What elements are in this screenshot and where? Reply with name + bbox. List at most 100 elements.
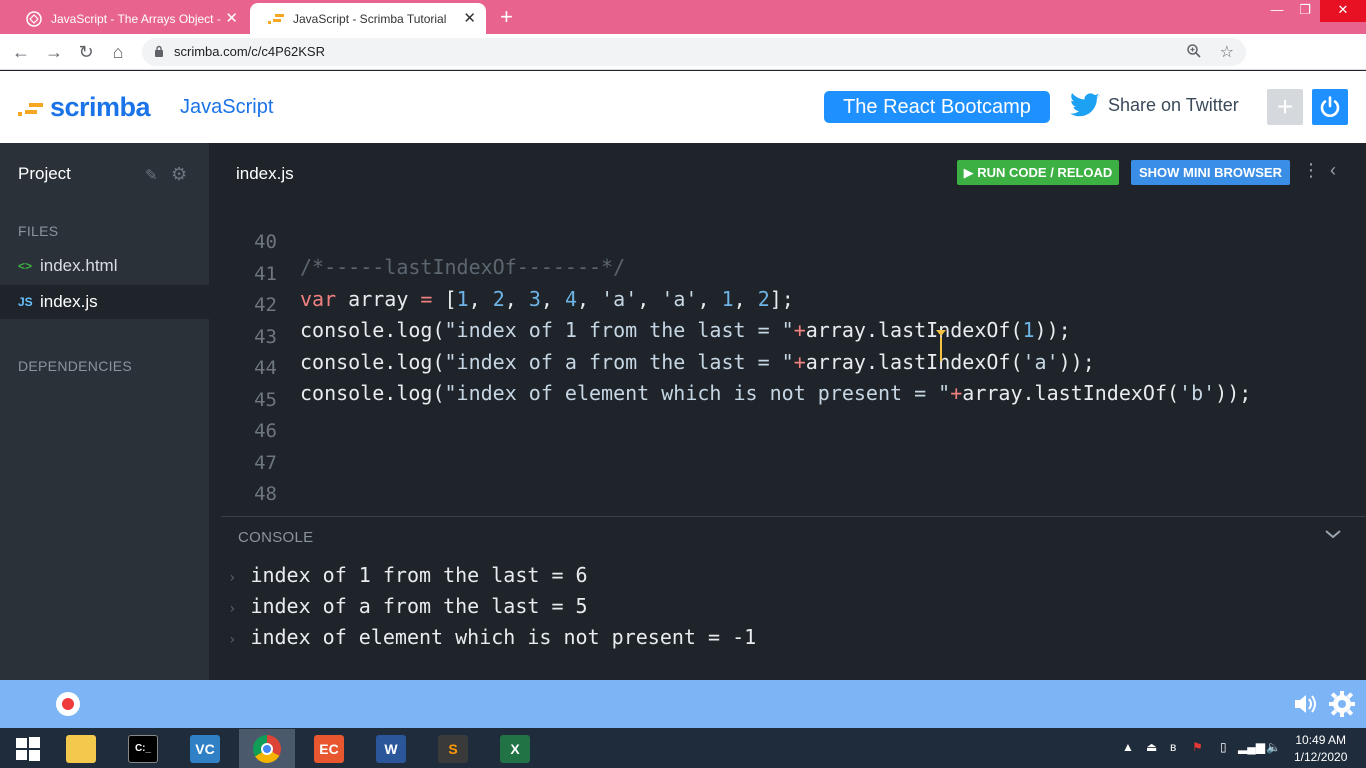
- bluetooth-icon[interactable]: ʙ: [1170, 740, 1176, 754]
- taskbar-excel[interactable]: X: [487, 729, 543, 768]
- zoom-icon[interactable]: [1186, 43, 1202, 64]
- url-text: scrimba.com/c/c4P62KSR: [174, 44, 325, 59]
- taskbar-chrome[interactable]: [239, 729, 295, 768]
- taskbar-clock[interactable]: 10:49 AM 1/12/2020: [1294, 732, 1347, 766]
- excel-icon: X: [500, 734, 530, 763]
- taskbar-terminal[interactable]: C:_: [115, 729, 171, 768]
- share-twitter-label: Share on Twitter: [1108, 95, 1239, 115]
- site-favicon-icon: [26, 10, 42, 27]
- cursor-marker-icon: [936, 330, 946, 336]
- scrimba-favicon-icon: [268, 11, 284, 27]
- console-line: › index of element which is not present =…: [228, 625, 757, 649]
- run-code-button[interactable]: ▶ RUN CODE / RELOAD: [957, 160, 1119, 185]
- tray-flag-icon[interactable]: ⚑: [1192, 740, 1203, 754]
- html-file-icon: <>: [18, 259, 33, 273]
- back-icon[interactable]: ←: [10, 41, 32, 63]
- power-icon: [1320, 96, 1340, 117]
- sublime-icon: S: [438, 734, 468, 763]
- browser-tab-scrimba[interactable]: JavaScript - Scrimba Tutorial ✕: [250, 3, 486, 34]
- editor-menu-icon[interactable]: ⋮: [1302, 160, 1320, 181]
- editor-filename: index.js: [236, 164, 294, 183]
- twitter-icon: [1070, 93, 1100, 117]
- scrimba-logo[interactable]: scrimba: [18, 92, 151, 123]
- code-editor[interactable]: 40 /*-----lastIndexOf-------*/ 41 var ar…: [209, 201, 1366, 515]
- add-button[interactable]: +: [1267, 89, 1303, 125]
- code-line: 45: [209, 365, 1366, 411]
- battery-icon[interactable]: ▯: [1220, 740, 1227, 754]
- start-button[interactable]: [0, 729, 56, 768]
- file-item-index-html[interactable]: <> index.html: [0, 249, 209, 283]
- close-tab-icon[interactable]: ✕: [225, 11, 238, 26]
- vc-app-icon: VC: [190, 734, 220, 763]
- player-bar: [0, 680, 1366, 728]
- console-text: index of 1 from the last = 6: [250, 563, 588, 587]
- code-line: 42 console.log("index of 1 from the last…: [209, 270, 1366, 342]
- code-line: 43 console.log("index of a from the last…: [209, 302, 1366, 374]
- js-file-icon: JS: [18, 295, 33, 309]
- console-title: CONSOLE: [238, 529, 314, 546]
- clock-time: 10:49 AM: [1295, 733, 1347, 747]
- dependencies-section-label: DEPENDENCIES: [18, 358, 133, 374]
- files-section-label: FILES: [18, 223, 59, 239]
- code-line: 48: [209, 459, 1366, 505]
- sidebar-title: Project: [18, 164, 71, 183]
- tab-title: JavaScript - The Arrays Object - T: [51, 11, 221, 26]
- tray-volume-icon[interactable]: 🔈: [1266, 740, 1281, 754]
- tray-usb-icon[interactable]: ⏏: [1146, 740, 1157, 754]
- forward-icon[interactable]: →: [43, 41, 65, 63]
- close-tab-icon[interactable]: ✕: [463, 11, 476, 26]
- code-line: 46: [209, 396, 1366, 442]
- record-dot-icon: [62, 698, 74, 710]
- new-tab-button[interactable]: +: [500, 6, 513, 28]
- volume-icon[interactable]: [1292, 690, 1320, 723]
- logo-text: scrimba: [50, 92, 151, 122]
- close-window-icon[interactable]: ✕: [1320, 0, 1366, 22]
- settings-gear-icon[interactable]: [1328, 690, 1356, 723]
- terminal-icon: C:_: [128, 734, 158, 763]
- console-text: index of a from the last = 5: [250, 594, 588, 618]
- taskbar-sublime[interactable]: S: [425, 729, 481, 768]
- taskbar-vc[interactable]: VC: [177, 729, 233, 768]
- file-name: index.js: [40, 292, 98, 311]
- taskbar-word[interactable]: W: [363, 729, 419, 768]
- gear-icon[interactable]: ⚙: [171, 164, 187, 185]
- share-twitter-button[interactable]: Share on Twitter: [1070, 93, 1239, 118]
- taskbar-media-app[interactable]: EC: [301, 729, 357, 768]
- clock-date: 1/12/2020: [1294, 750, 1348, 764]
- react-bootcamp-button[interactable]: The React Bootcamp: [824, 91, 1050, 123]
- show-mini-browser-button[interactable]: SHOW MINI BROWSER: [1131, 160, 1290, 185]
- reload-icon[interactable]: ↻: [75, 41, 97, 63]
- home-icon[interactable]: ⌂: [107, 41, 129, 63]
- scrimba-logo-icon: [18, 99, 44, 117]
- edit-pencil-icon[interactable]: ✎: [145, 166, 158, 184]
- power-button[interactable]: [1312, 89, 1348, 125]
- code-line: 47: [209, 428, 1366, 474]
- console-text: index of element which is not present = …: [250, 625, 757, 649]
- address-bar[interactable]: scrimba.com/c/c4P62KSR ☆: [142, 38, 1246, 66]
- collapse-chevron-icon[interactable]: ‹: [1330, 160, 1336, 181]
- course-title[interactable]: JavaScript: [180, 96, 273, 119]
- lock-icon: [154, 45, 164, 63]
- file-name: index.html: [40, 256, 118, 275]
- tab-title: JavaScript - Scrimba Tutorial: [293, 11, 447, 26]
- browser-toolbar: ← → ↻ ⌂ scrimba.com/c/c4P62KSR ☆ ⋮: [0, 34, 1366, 97]
- console-line: › index of a from the last = 5: [228, 594, 588, 618]
- record-button[interactable]: [56, 692, 80, 716]
- maximize-icon[interactable]: ❐: [1290, 0, 1320, 22]
- code-line: 40 /*-----lastIndexOf-------*/: [209, 207, 1366, 279]
- folder-icon: [66, 734, 96, 763]
- minimize-icon[interactable]: —: [1262, 0, 1292, 22]
- console-line: › index of 1 from the last = 6: [228, 563, 588, 587]
- media-app-icon: EC: [314, 734, 344, 763]
- browser-tab-arrays[interactable]: JavaScript - The Arrays Object - T ✕: [8, 3, 248, 34]
- code-line: 41 var array = [1, 2, 3, 4, 'a', 'a', 1,…: [209, 239, 1366, 311]
- network-signal-icon[interactable]: ▂▄▆: [1238, 740, 1265, 754]
- code-line: 44 console.log("index of element which i…: [209, 333, 1366, 405]
- chevron-down-icon[interactable]: [1324, 527, 1342, 545]
- tray-chevron-up-icon[interactable]: ▲: [1122, 740, 1134, 754]
- taskbar-file-explorer[interactable]: [53, 729, 109, 768]
- file-item-index-js[interactable]: JS index.js: [0, 285, 209, 319]
- windows-logo-icon: [16, 736, 40, 761]
- code-line: 49: [209, 491, 1366, 515]
- bookmark-star-icon[interactable]: ☆: [1220, 42, 1234, 62]
